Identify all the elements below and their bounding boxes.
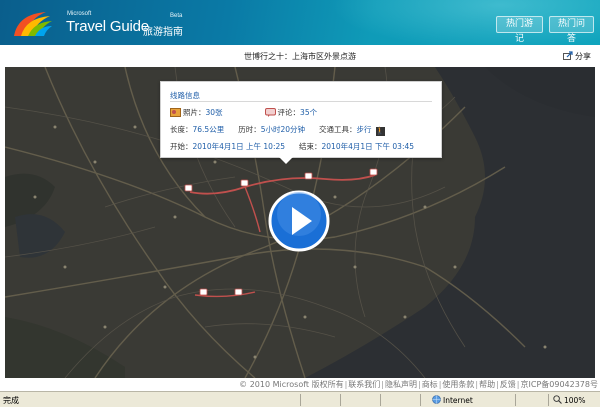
brand-microsoft: Microsoft xyxy=(67,11,92,17)
footer-link-privacy[interactable]: 隐私声明 xyxy=(385,380,417,389)
brand-name: Travel Guide xyxy=(66,18,149,35)
route-info-heading: 线路信息 xyxy=(170,91,200,100)
route-title-bar: 世博行之十：上海市区外景点游 分享 xyxy=(0,45,600,67)
transport-label: 交通工具： xyxy=(319,125,357,134)
play-button[interactable] xyxy=(268,190,330,252)
duration-label: 历时： xyxy=(238,125,261,134)
route-title: 世博行之十：上海市区外景点游 xyxy=(244,52,356,61)
comments-label: 评论： xyxy=(277,108,301,117)
end-label: 结束： xyxy=(299,142,322,151)
popular-travelogues-button[interactable]: 热门游记 xyxy=(496,16,543,44)
transport-value: 步行 xyxy=(356,125,372,134)
popular-qa-button[interactable]: 热门问答 xyxy=(549,16,594,44)
stats-row: 照片：30张 评论：35个 xyxy=(170,107,317,118)
route-info-panel: 线路信息 照片：30张 评论：35个 长度：76.5公里 历时：5小时20分钟 交通… xyxy=(160,81,442,164)
share-icon xyxy=(563,51,573,60)
start-label: 开始： xyxy=(170,142,193,151)
time-row: 开始：2010年4月1日 上午 10:25 结束：2010年4月1日 下午 03:… xyxy=(170,141,414,152)
globe-icon xyxy=(432,395,441,404)
share-label: 分享 xyxy=(575,52,591,61)
footer-links: © 2010 Microsoft 版权所有|联系我们|隐私声明|商标|使用条款|… xyxy=(239,380,599,389)
footer-link-help[interactable]: 帮助 xyxy=(479,380,495,389)
photos-count-link[interactable]: 30张 xyxy=(206,108,223,117)
zoom-level[interactable]: 100% xyxy=(553,395,585,405)
status-text: 完成 xyxy=(3,396,19,405)
start-value: 2010年4月1日 上午 10:25 xyxy=(192,142,286,151)
comments-count-link[interactable]: 35个 xyxy=(300,108,317,117)
route-details-row: 长度：76.5公里 历时：5小时20分钟 交通工具：步行 🚶 xyxy=(170,124,385,136)
length-value: 76.5公里 xyxy=(192,125,225,134)
footer-link-trademark[interactable]: 商标 xyxy=(422,380,438,389)
brand-chinese: 旅游指南 xyxy=(143,27,183,38)
length-label: 长度： xyxy=(170,125,193,134)
photos-label: 照片： xyxy=(183,108,206,117)
page-footer: © 2010 Microsoft 版权所有|联系我们|隐私声明|商标|使用条款|… xyxy=(0,378,600,391)
zone-label: Internet xyxy=(443,396,473,405)
photo-icon xyxy=(170,108,181,117)
logo[interactable]: Microsoft Travel Guide 旅游指南 Beta xyxy=(12,8,202,40)
footer-link-terms[interactable]: 使用条款 xyxy=(442,380,474,389)
browser-status-bar: 完成 Internet 100% xyxy=(0,391,600,407)
duration-value: 5小时20分钟 xyxy=(260,125,306,134)
footer-link-feedback[interactable]: 反馈 xyxy=(500,380,516,389)
security-zone: Internet xyxy=(432,395,473,405)
zoom-icon xyxy=(553,395,562,404)
walk-icon: 🚶 xyxy=(375,127,385,136)
footer-link-icp[interactable]: 京ICP备09042378号 xyxy=(521,380,599,389)
beta-badge: Beta xyxy=(170,13,183,19)
end-value: 2010年4月1日 下午 03:45 xyxy=(321,142,415,151)
share-button[interactable]: 分享 xyxy=(563,51,591,62)
zoom-value: 100% xyxy=(564,396,586,405)
panel-pointer xyxy=(279,157,293,164)
comment-icon xyxy=(264,108,276,117)
logo-mark-icon xyxy=(14,12,52,36)
footer-link-contact[interactable]: 联系我们 xyxy=(348,380,380,389)
app-header: Microsoft Travel Guide 旅游指南 Beta 热门游记 热门… xyxy=(0,0,600,45)
copyright-text: © 2010 Microsoft 版权所有 xyxy=(239,380,344,389)
